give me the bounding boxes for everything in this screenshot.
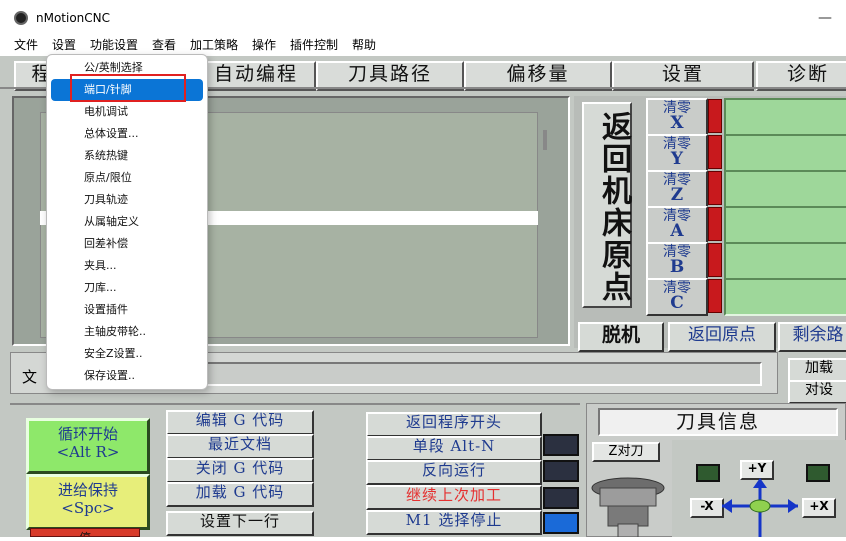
edit-gcode-button[interactable]: 编辑 G 代码 (166, 410, 314, 435)
menu-help[interactable]: 帮助 (352, 36, 376, 56)
m1-optional-stop-button[interactable]: M1 选择停止 (366, 510, 542, 535)
menu-item-spindle-pulleys[interactable]: 主轴皮带轮.. (51, 321, 203, 343)
jog-left-led (696, 464, 720, 482)
rewind-button[interactable]: 返回程序开头 (366, 412, 542, 437)
menu-item-toolpath[interactable]: 刀具轨迹 (51, 189, 203, 211)
menu-item-backlash[interactable]: 回差补偿 (51, 233, 203, 255)
load-gcode-button[interactable]: 加载 G 代码 (166, 482, 314, 507)
menu-view[interactable]: 查看 (152, 36, 176, 56)
cycle-start-button[interactable]: 循环开始 <Alt R> (26, 418, 150, 474)
zero-c-button[interactable]: 清零 C (646, 278, 708, 316)
settings-dropdown-menu: 公/英制选择 端口/针脚 电机调试 总体设置... 系统热键 原点/限位 刀具轨… (46, 54, 208, 390)
single-block-button[interactable]: 单段 Alt-N (366, 436, 542, 461)
menu-function-settings[interactable]: 功能设置 (90, 36, 138, 56)
a-axis-led (708, 207, 722, 241)
c-dro-field[interactable] (724, 278, 846, 316)
zero-x-button[interactable]: 清零 X (646, 98, 708, 136)
feed-hold-shortcut: <Spc> (61, 499, 115, 517)
m1-stop-led (543, 512, 579, 534)
y-axis-led (708, 135, 722, 169)
gcode-scrollbar[interactable] (543, 130, 547, 150)
return-home-button[interactable]: 返回原点 (668, 322, 776, 352)
minimize-button[interactable]: — (818, 10, 832, 26)
x-dro-field[interactable] (724, 98, 846, 136)
resume-last-button[interactable]: 继续上次加工 (366, 485, 542, 510)
c-axis-led (708, 279, 722, 313)
file-label: 文 (22, 368, 38, 386)
b-dro-field[interactable] (724, 242, 846, 280)
menu-item-system-hotkeys[interactable]: 系统热键 (51, 145, 203, 167)
annotation-highlight-box (70, 74, 186, 102)
menu-machining-strategy[interactable]: 加工策略 (190, 36, 238, 56)
zero-z-button[interactable]: 清零 Z (646, 170, 708, 208)
y-dro-field[interactable] (724, 134, 846, 172)
zero-b-button[interactable]: 清零 B (646, 242, 708, 280)
resume-led (543, 487, 579, 509)
close-gcode-button[interactable]: 关闭 G 代码 (166, 458, 314, 483)
z-touch-off-button[interactable]: Z对刀 (592, 442, 660, 462)
reverse-run-button[interactable]: 反向运行 (366, 460, 542, 485)
tool-info-title: 刀具信息 (598, 408, 838, 436)
jog-arrows-icon[interactable] (722, 478, 798, 537)
jog-right-led (806, 464, 830, 482)
a-dro-field[interactable] (724, 206, 846, 244)
menu-item-homing-limits[interactable]: 原点/限位 (51, 167, 203, 189)
jog-plus-y-button[interactable]: +Y (740, 460, 774, 480)
menu-item-slave-axis[interactable]: 从属轴定义 (51, 211, 203, 233)
stop-button[interactable]: 停 (30, 528, 140, 537)
menu-item-general-config[interactable]: 总体设置... (51, 123, 203, 145)
zero-y-button[interactable]: 清零 Y (646, 134, 708, 172)
menu-item-tool-table[interactable]: 刀库... (51, 277, 203, 299)
title-bar (0, 0, 846, 36)
feed-hold-button[interactable]: 进给保持 <Spc> (26, 474, 150, 530)
set-next-line-button[interactable]: 设置下一行 (166, 511, 314, 536)
menu-item-config-plugins[interactable]: 设置插件 (51, 299, 203, 321)
zero-a-button[interactable]: 清零 A (646, 206, 708, 244)
menu-file[interactable]: 文件 (14, 36, 38, 56)
spindle-icon (590, 466, 670, 538)
align-button[interactable]: 对设 (788, 380, 846, 404)
offline-button[interactable]: 脱机 (578, 322, 664, 352)
z-axis-led (708, 171, 722, 205)
remaining-path-button[interactable]: 剩余路 (778, 322, 846, 352)
cycle-start-shortcut: <Alt R> (56, 443, 120, 461)
feed-hold-label: 进给保持 (57, 481, 118, 499)
jog-minus-x-button[interactable]: -X (690, 498, 724, 518)
z-dro-field[interactable] (724, 170, 846, 208)
menu-item-save-settings[interactable]: 保存设置.. (51, 365, 203, 387)
menu-item-motor-tuning[interactable]: 电机调试 (51, 101, 203, 123)
return-machine-home-button[interactable]: 返回机床原点 (582, 102, 632, 308)
menu-plugin-control[interactable]: 插件控制 (290, 36, 338, 56)
menu-item-fixtures[interactable]: 夹具... (51, 255, 203, 277)
x-axis-led (708, 99, 722, 133)
menu-bar: 文件 设置 功能设置 查看 加工策略 操作 插件控制 帮助 (0, 36, 846, 56)
menu-item-safe-z[interactable]: 安全Z设置.. (51, 343, 203, 365)
load-button[interactable]: 加载 (788, 358, 846, 382)
single-block-led (543, 434, 579, 456)
jog-plus-x-button[interactable]: +X (802, 498, 836, 518)
b-axis-led (708, 243, 722, 277)
menu-settings[interactable]: 设置 (52, 36, 76, 56)
window-title: nMotionCNC (36, 11, 111, 25)
recent-files-button[interactable]: 最近文档 (166, 434, 314, 459)
cycle-start-label: 循环开始 (57, 425, 118, 443)
reverse-run-led (543, 460, 579, 482)
menu-operation[interactable]: 操作 (252, 36, 276, 56)
app-icon (14, 11, 28, 25)
